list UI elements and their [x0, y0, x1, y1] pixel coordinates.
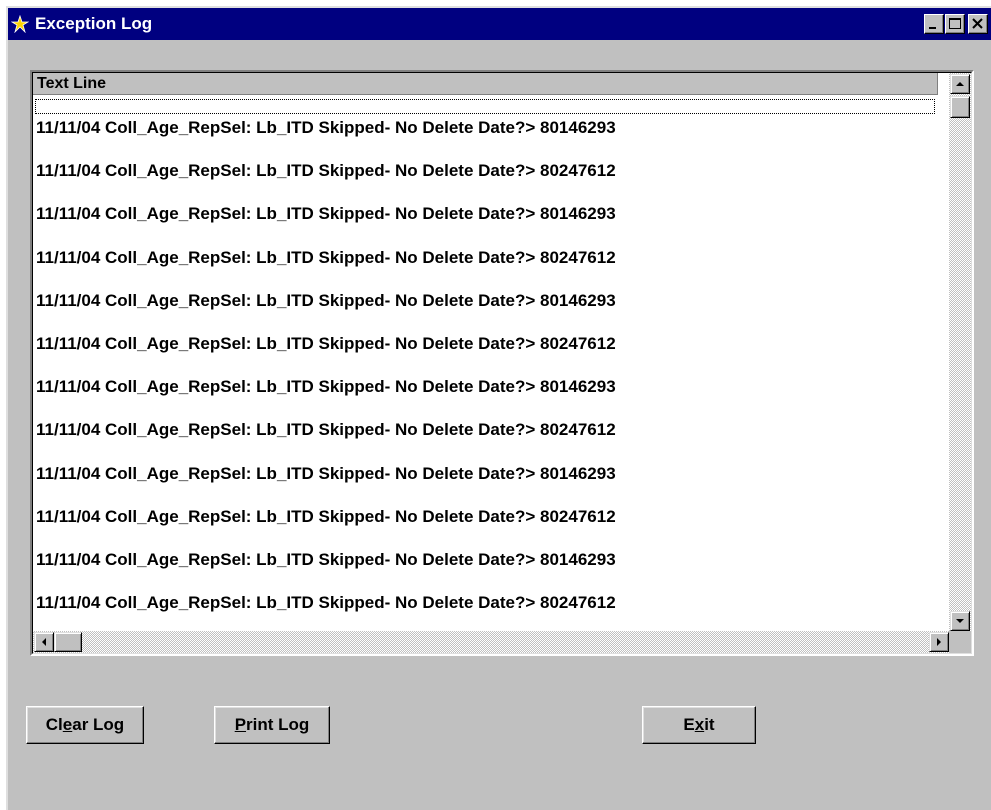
arrow-up-icon [956, 82, 964, 86]
log-row[interactable]: 11/11/04 Coll_Age_RepSel: Lb_ITD Skipped… [36, 290, 616, 333]
log-row[interactable]: 11/11/04 Coll_Age_RepSel: Lb_ITD Skipped… [36, 203, 616, 246]
selected-row-focus[interactable] [35, 99, 935, 114]
scrollbar-corner [949, 631, 971, 653]
scroll-down-button[interactable] [950, 611, 970, 631]
clear-log-mnemonic: e [62, 715, 73, 734]
window-title: Exception Log [35, 14, 153, 33]
column-header-text-line[interactable]: Text Line [33, 73, 938, 95]
clear-log-label-end: ar Log [72, 715, 125, 734]
log-row[interactable]: 11/11/04 Coll_Age_RepSel: Lb_ITD Skipped… [36, 160, 616, 203]
log-list-frame: Text Line 11/11/04 Coll_Age_RepSel: Lb_I… [32, 72, 972, 654]
horizontal-scrollbar[interactable] [33, 631, 949, 653]
clear-log-label-start: Cl [45, 715, 63, 734]
log-row[interactable]: 11/11/04 Coll_Age_RepSel: Lb_ITD Skipped… [36, 247, 616, 290]
close-button[interactable] [968, 14, 988, 34]
title-bar[interactable]: Exception Log [8, 8, 991, 40]
maximize-button[interactable] [945, 14, 965, 34]
log-row[interactable]: 11/11/04 Coll_Age_RepSel: Lb_ITD Skipped… [36, 549, 616, 592]
log-row[interactable]: 11/11/04 Coll_Age_RepSel: Lb_ITD Skipped… [36, 333, 616, 376]
print-log-label-end: rint Log [246, 715, 310, 734]
arrow-left-icon [42, 638, 46, 646]
arrow-down-icon [956, 619, 964, 623]
log-row[interactable]: 11/11/04 Coll_Age_RepSel: Lb_ITD Skipped… [36, 463, 616, 506]
horizontal-scroll-thumb[interactable] [54, 632, 82, 652]
exception-log-window: Exception Log Text Line 11/11/04 Coll_Ag… [6, 6, 991, 810]
print-log-button[interactable]: Print Log [214, 706, 330, 744]
arrow-right-icon [937, 638, 941, 646]
exit-button[interactable]: Ex it [642, 706, 756, 744]
log-list[interactable]: Text Line 11/11/04 Coll_Age_RepSel: Lb_I… [30, 70, 974, 656]
close-icon [972, 18, 983, 29]
log-rows: 11/11/04 Coll_Age_RepSel: Lb_ITD Skipped… [36, 117, 616, 635]
log-row[interactable]: 11/11/04 Coll_Age_RepSel: Lb_ITD Skipped… [36, 419, 616, 462]
log-row[interactable]: 11/11/04 Coll_Age_RepSel: Lb_ITD Skipped… [36, 592, 616, 635]
log-row[interactable]: 11/11/04 Coll_Age_RepSel: Lb_ITD Skipped… [36, 506, 616, 549]
exit-mnemonic: x [694, 715, 705, 734]
log-row[interactable]: 11/11/04 Coll_Age_RepSel: Lb_ITD Skipped… [36, 117, 616, 160]
print-log-mnemonic: P [234, 715, 247, 734]
minimize-icon [929, 27, 936, 29]
exit-label-start: E [683, 715, 695, 734]
app-icon [11, 15, 29, 33]
log-row[interactable]: 11/11/04 Coll_Age_RepSel: Lb_ITD Skipped… [36, 376, 616, 419]
minimize-button[interactable] [924, 14, 944, 34]
scroll-right-button[interactable] [929, 632, 949, 652]
scroll-left-button[interactable] [34, 632, 54, 652]
exit-label-end: it [704, 715, 715, 734]
maximize-icon [949, 18, 961, 29]
clear-log-button[interactable]: Cl e ar Log [26, 706, 144, 744]
vertical-scrollbar[interactable] [949, 73, 971, 631]
vertical-scroll-thumb[interactable] [950, 96, 970, 118]
scroll-up-button[interactable] [950, 74, 970, 94]
